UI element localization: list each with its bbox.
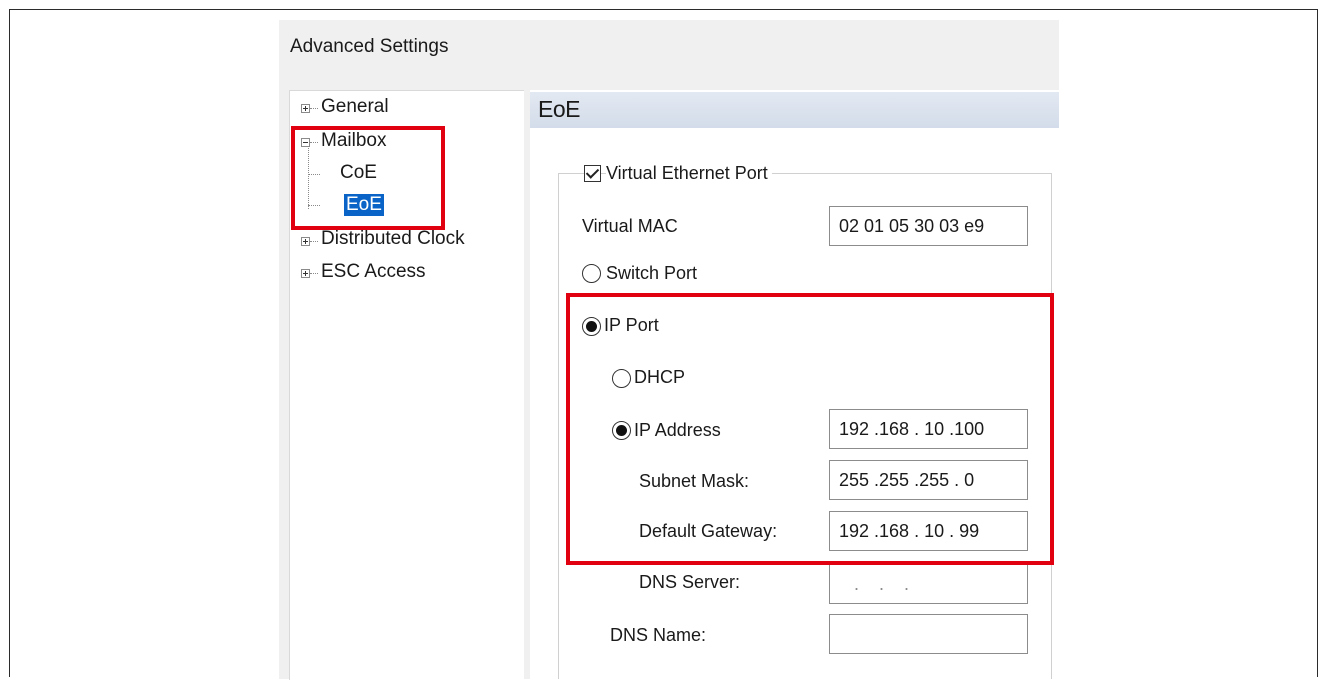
ip-settings-highlight-box <box>566 293 1054 565</box>
virtual-mac-field[interactable]: 02 01 05 30 03 e9 <box>829 206 1028 246</box>
dns-name-field[interactable] <box>829 614 1028 654</box>
mailbox-eoe-highlight-box <box>291 126 445 230</box>
switch-port-label[interactable]: Switch Port <box>606 263 698 284</box>
dialog-title: Advanced Settings <box>290 36 449 57</box>
tree-connector <box>310 241 318 242</box>
tree-connector <box>310 273 318 274</box>
dns-name-label: DNS Name: <box>610 625 707 646</box>
checkbox-checked-icon[interactable] <box>584 165 601 182</box>
virtual-mac-label: Virtual MAC <box>582 216 678 237</box>
tree-item-esc-access[interactable]: ESC Access <box>321 261 426 283</box>
tree-item-distributed-clock[interactable]: Distributed Clock <box>321 228 465 250</box>
virtual-ethernet-port-label[interactable]: Virtual Ethernet Port <box>606 163 772 184</box>
dns-server-label: DNS Server: <box>639 572 741 593</box>
tree-item-general[interactable]: General <box>321 96 389 118</box>
dns-server-field[interactable]: . . . <box>829 564 1028 604</box>
tree-connector <box>310 108 318 109</box>
tree-expand-plus-icon[interactable] <box>301 269 310 278</box>
tree-expand-plus-icon[interactable] <box>301 104 310 113</box>
tree-expand-plus-icon[interactable] <box>301 237 310 246</box>
panel-header-title: EoE <box>538 96 580 122</box>
panel-header: EoE <box>530 92 1059 128</box>
radio-unselected-icon[interactable] <box>582 264 601 283</box>
